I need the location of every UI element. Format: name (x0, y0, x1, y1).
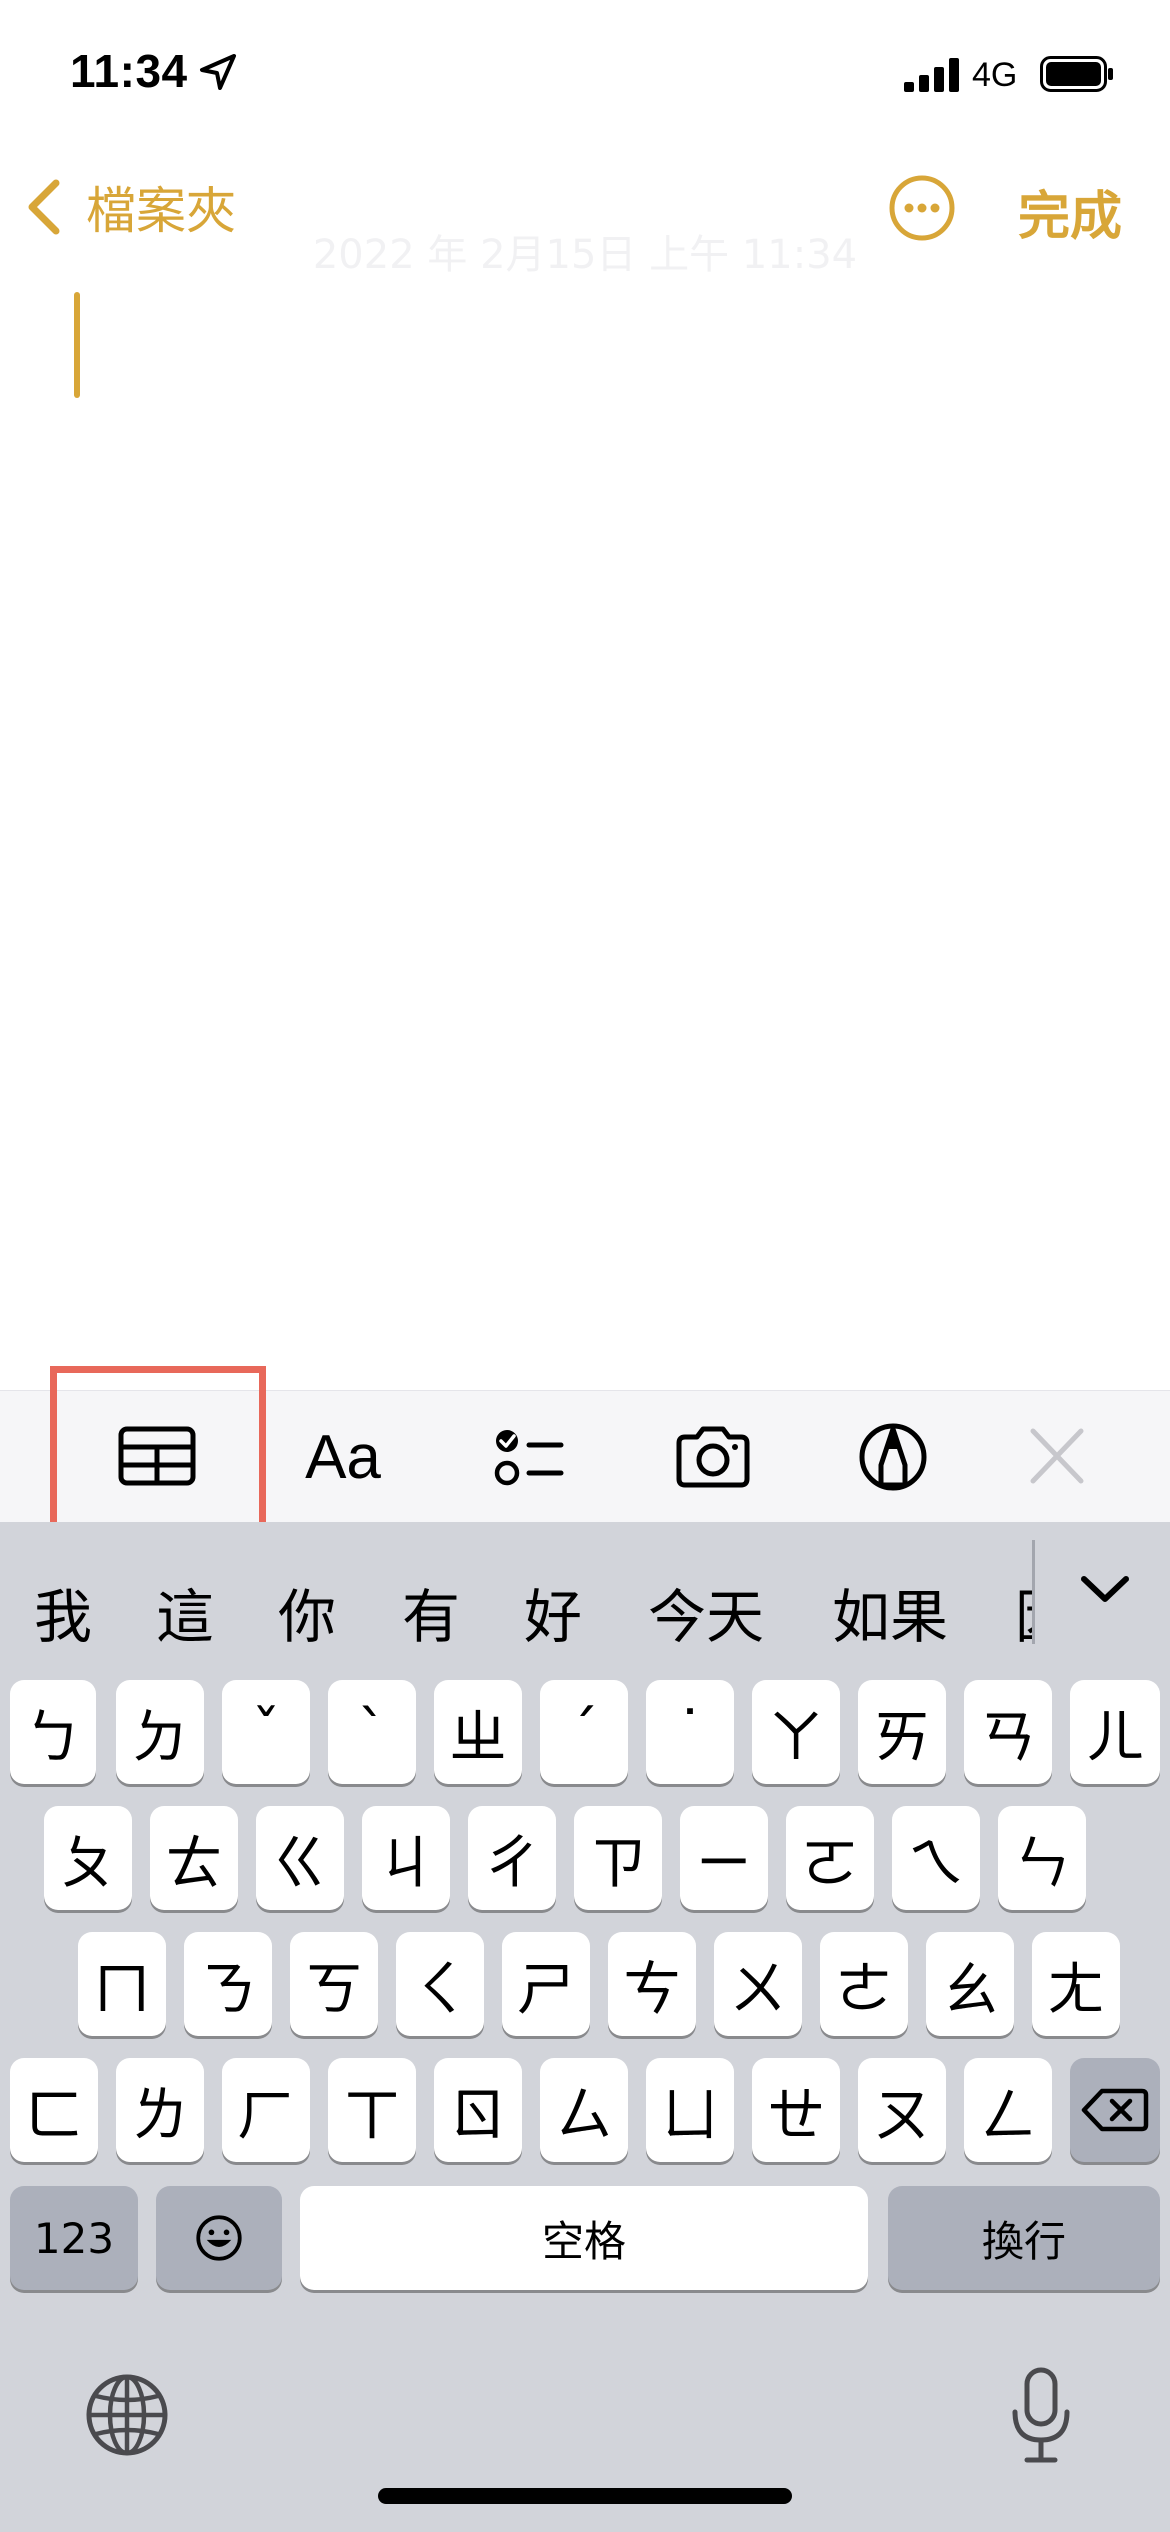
key[interactable]: ㄜ (820, 1932, 908, 2036)
key[interactable]: ㄨ (714, 1932, 802, 2036)
key[interactable]: ㄋ (184, 1932, 272, 2036)
key[interactable]: ˇ (222, 1680, 310, 1784)
markup-pen-icon (859, 1423, 927, 1491)
key[interactable]: ㄉ (116, 1680, 204, 1784)
emoji-key[interactable] (156, 2186, 282, 2290)
key[interactable]: ㄩ (646, 2058, 734, 2162)
close-toolbar-button[interactable] (1012, 1417, 1102, 1497)
key[interactable]: ㄡ (858, 2058, 946, 2162)
candidate-word[interactable]: 好 (524, 1570, 582, 1654)
key[interactable]: ㄖ (434, 2058, 522, 2162)
camera-icon (676, 1426, 750, 1488)
network-type: 4G (972, 56, 1018, 94)
location-arrow-icon (200, 54, 236, 90)
space-key[interactable]: 空格 (300, 2186, 868, 2290)
backspace-icon (1081, 2088, 1149, 2132)
key[interactable]: ˊ (540, 1680, 628, 1784)
key[interactable]: ㄧ (680, 1806, 768, 1910)
key[interactable]: ㄤ (1032, 1932, 1120, 2036)
candidate-word[interactable]: 有 (402, 1570, 460, 1654)
microphone-icon[interactable] (1003, 2364, 1079, 2468)
key[interactable]: ㄦ (1070, 1680, 1160, 1784)
note-text-area[interactable] (0, 260, 1170, 1390)
key[interactable]: ㄊ (150, 1806, 238, 1910)
key[interactable]: ㄘ (608, 1932, 696, 2036)
key[interactable]: ㄌ (116, 2058, 204, 2162)
candidate-divider (1032, 1540, 1035, 1644)
battery-icon (1040, 56, 1113, 92)
text-cursor (74, 292, 80, 398)
candidate-word[interactable]: 如果 (832, 1570, 948, 1654)
format-button[interactable]: Aa (298, 1417, 388, 1497)
key[interactable]: ㄍ (256, 1806, 344, 1910)
numbers-key[interactable]: 123 (10, 2186, 138, 2290)
key[interactable]: ˋ (328, 1680, 416, 1784)
key[interactable]: ㄑ (396, 1932, 484, 2036)
candidate-word[interactable]: 因 (1015, 1570, 1033, 1654)
key[interactable]: ㄇ (78, 1932, 166, 2036)
key[interactable]: ㄕ (502, 1932, 590, 2036)
key[interactable]: ㄓ (434, 1680, 522, 1784)
key[interactable]: ㄗ (574, 1806, 662, 1910)
key[interactable]: ㄎ (290, 1932, 378, 2036)
key[interactable]: ㄈ (10, 2058, 98, 2162)
globe-icon[interactable] (82, 2370, 172, 2460)
delete-key[interactable] (1070, 2058, 1160, 2162)
home-indicator (378, 2488, 792, 2504)
cellular-signal-icon (904, 58, 959, 92)
candidate-word[interactable]: 今天 (648, 1570, 764, 1654)
camera-button[interactable] (668, 1417, 758, 1497)
key[interactable]: ˙ (646, 1680, 734, 1784)
candidate-word[interactable]: 我 (34, 1570, 92, 1654)
markup-button[interactable] (848, 1417, 938, 1497)
key[interactable]: ㄐ (362, 1806, 450, 1910)
key[interactable]: ㄢ (964, 1680, 1052, 1784)
key[interactable]: ㄟ (892, 1806, 980, 1910)
key[interactable]: ㄙ (540, 2058, 628, 2162)
candidate-word[interactable]: 你 (278, 1570, 336, 1654)
key[interactable]: ㄣ (998, 1806, 1086, 1910)
key[interactable]: ㄞ (858, 1680, 946, 1784)
key[interactable]: ㄠ (926, 1932, 1014, 2036)
key[interactable]: ㄒ (328, 2058, 416, 2162)
key[interactable]: ㄥ (964, 2058, 1052, 2162)
candidate-word[interactable]: 這 (156, 1570, 214, 1654)
emoji-icon (196, 2215, 242, 2261)
key[interactable]: ㄆ (44, 1806, 132, 1910)
checklist-button[interactable] (480, 1417, 570, 1497)
key[interactable]: ㄔ (468, 1806, 556, 1910)
chevron-down-icon[interactable] (1070, 1565, 1140, 1615)
status-time: 11:34 (70, 45, 188, 97)
key[interactable]: ㄅ (10, 1680, 96, 1784)
key[interactable]: ㄚ (752, 1680, 840, 1784)
close-icon (1030, 1428, 1084, 1484)
key[interactable]: ㄛ (786, 1806, 874, 1910)
key[interactable]: ㄝ (752, 2058, 840, 2162)
checklist-icon (494, 1430, 564, 1486)
return-key[interactable]: 換行 (888, 2186, 1160, 2290)
format-label: Aa (305, 1422, 381, 1492)
key[interactable]: ㄏ (222, 2058, 310, 2162)
